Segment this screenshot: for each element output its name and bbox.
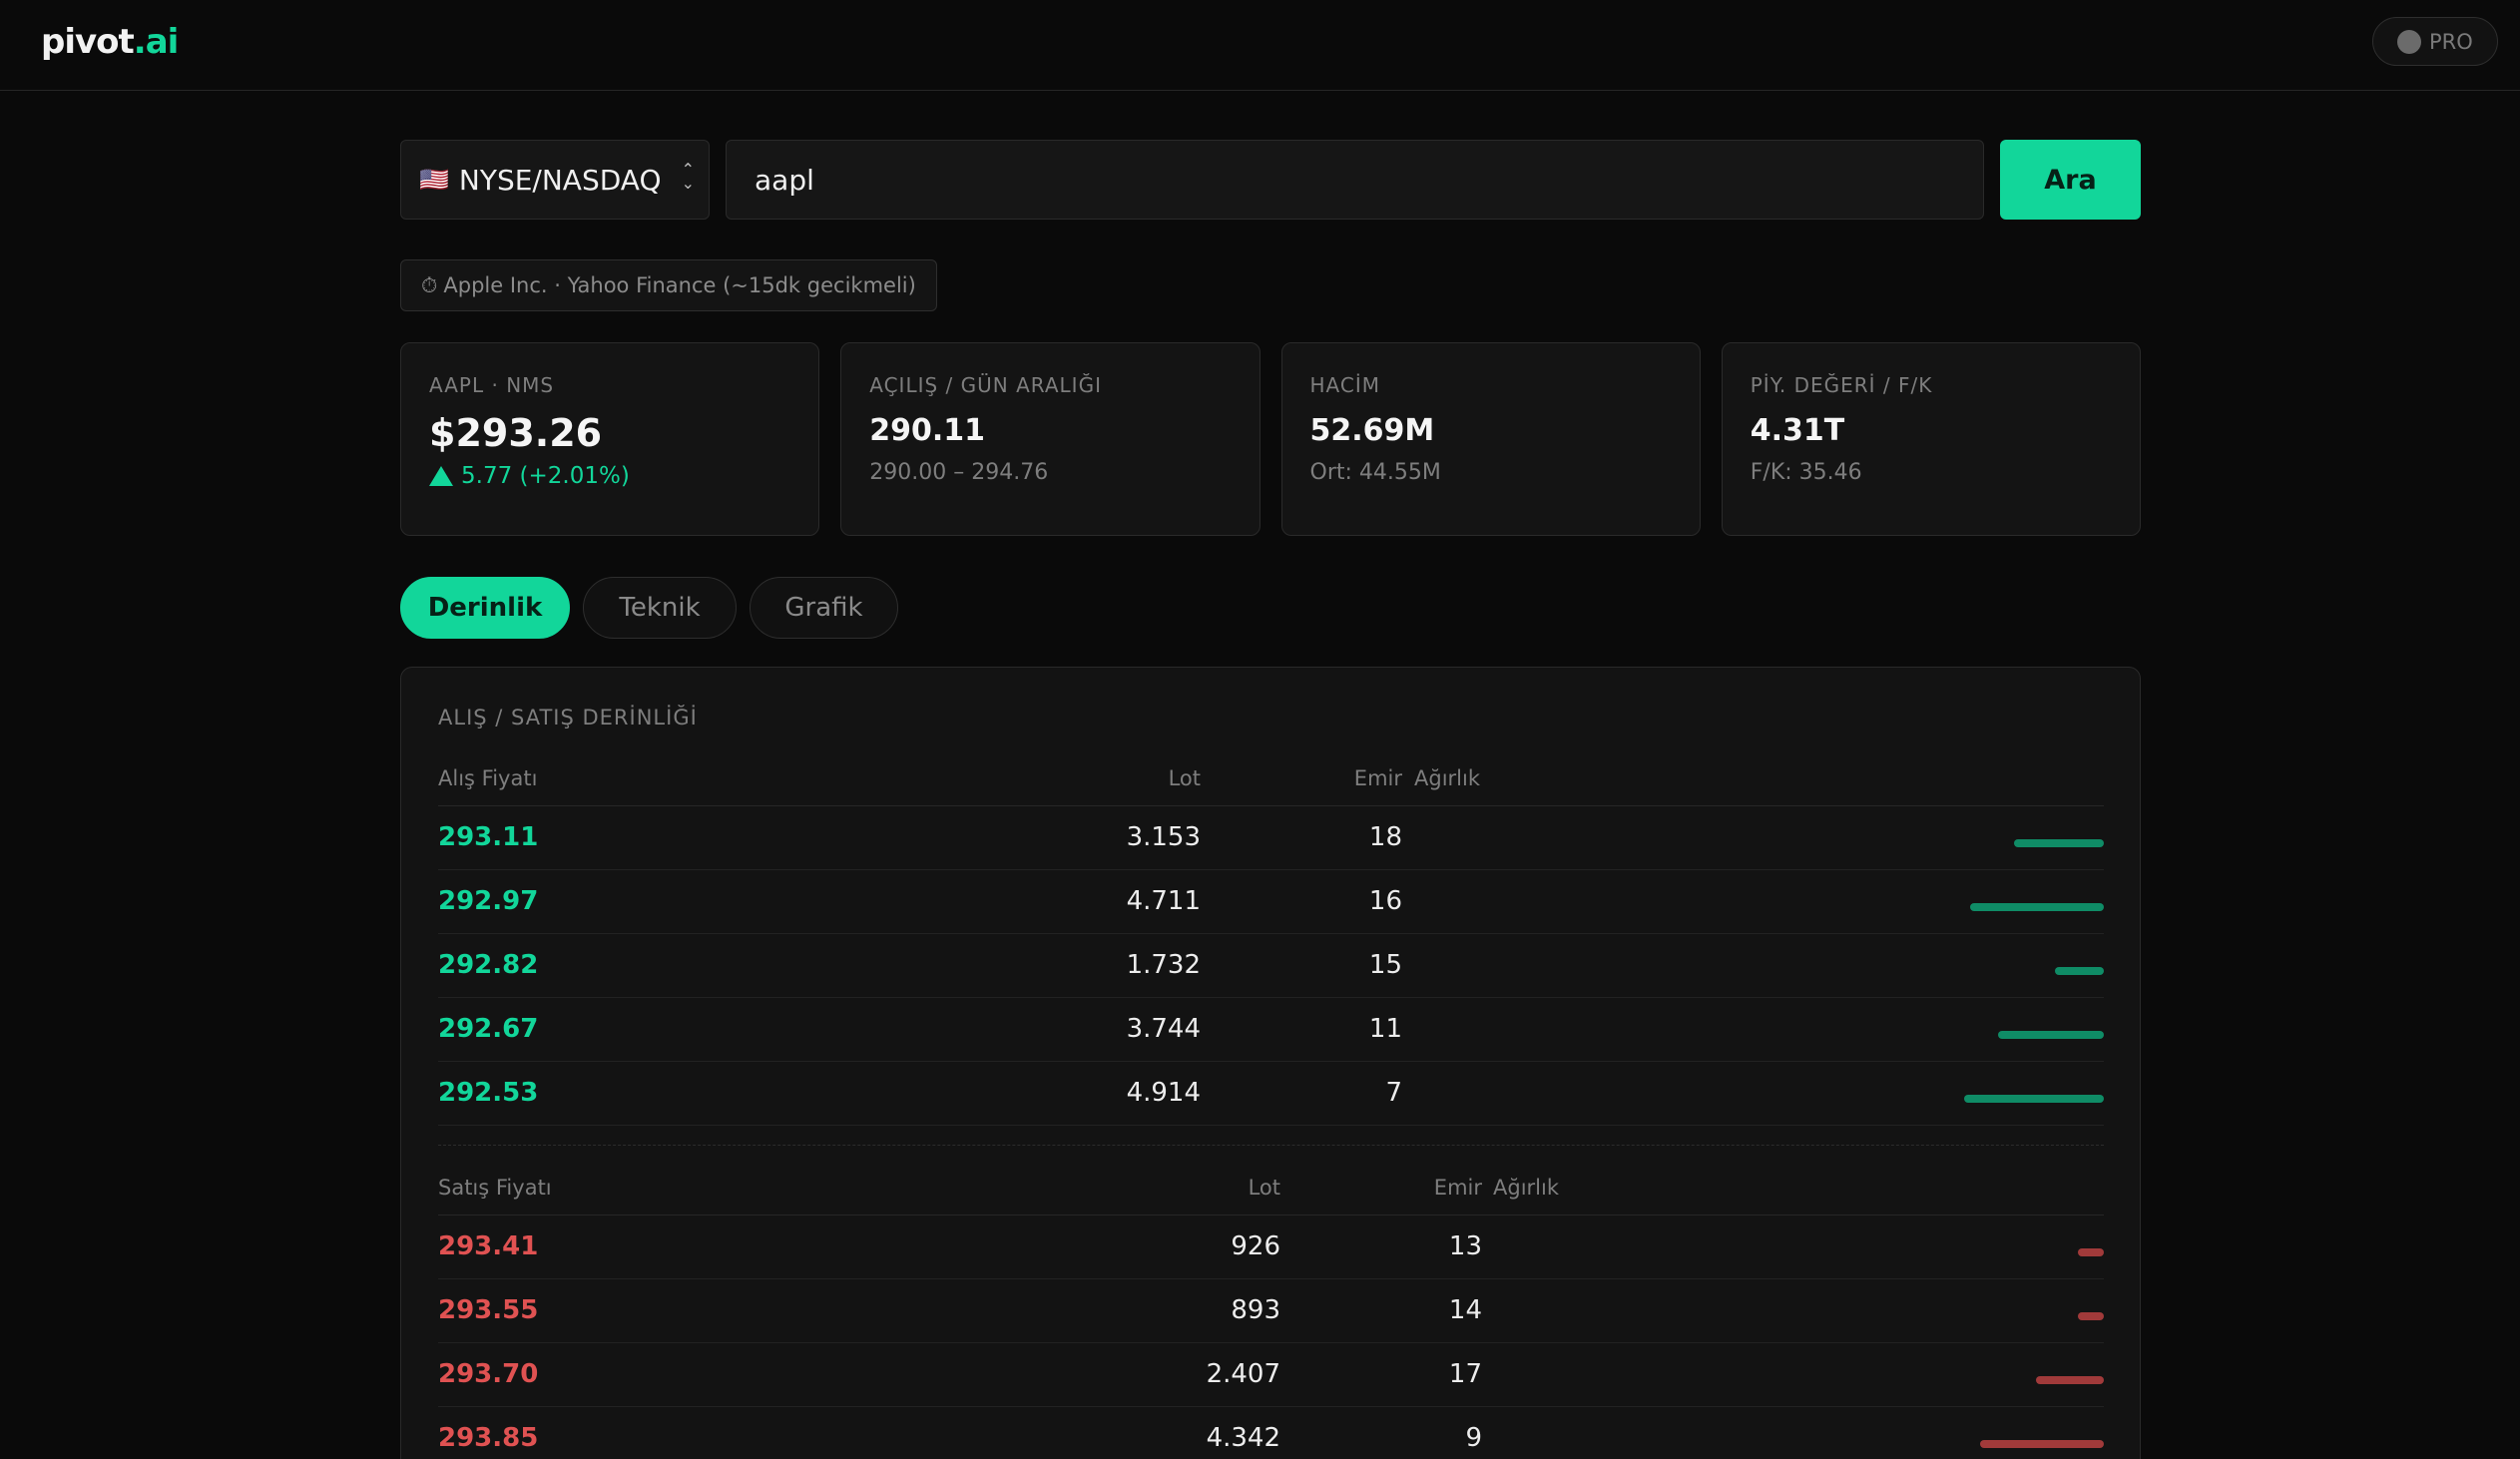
- depth-divider: [438, 1145, 2104, 1146]
- ask-table-header: Satış Fiyatı Lot Emir Ağırlık: [438, 1176, 2104, 1216]
- pro-toggle[interactable]: PRO: [2372, 17, 2498, 66]
- ask-weight-bar: [2078, 1248, 2104, 1256]
- bid-orders-header: Emir: [1353, 766, 1402, 790]
- stat-value: 4.31T: [1750, 413, 1845, 448]
- tab-grafik[interactable]: Grafik: [750, 577, 898, 639]
- bid-lot-header: Lot: [1168, 766, 1201, 790]
- bid-row[interactable]: 292.67 3.744 11: [438, 998, 2104, 1062]
- logo-accent: .ai: [133, 22, 180, 62]
- logo-main: pivot: [41, 22, 135, 62]
- source-note: ⏱ Apple Inc. · Yahoo Finance (~15dk geci…: [400, 259, 937, 311]
- ask-orders: 13: [1448, 1231, 1482, 1261]
- stat-sub: F/K: 35.46: [1750, 460, 1862, 485]
- ask-orders: 14: [1448, 1295, 1482, 1325]
- stat-label: PİY. DEĞERİ / F/K: [1750, 373, 1933, 397]
- bid-price: 292.67: [438, 1014, 539, 1044]
- exchange-label: NYSE/NASDAQ: [458, 163, 662, 197]
- stat-card-market-cap: PİY. DEĞERİ / F/K 4.31T F/K: 35.46: [1721, 342, 2141, 536]
- bid-weight-bar: [1964, 1095, 2104, 1103]
- bid-lot: 1.732: [1126, 950, 1201, 980]
- exchange-select[interactable]: 🇺🇸 NYSE/NASDAQ ⌃ ⌄: [400, 140, 710, 220]
- bid-row[interactable]: 292.53 4.914 7: [438, 1062, 2104, 1126]
- ask-price: 293.41: [438, 1231, 539, 1261]
- ask-orders: 9: [1465, 1423, 1482, 1453]
- top-bar: pivot.ai PRO: [0, 0, 2520, 91]
- depth-title: ALIŞ / SATIŞ DERİNLİĞİ: [438, 706, 698, 730]
- source-note-text: Apple Inc. · Yahoo Finance (~15dk gecikm…: [443, 273, 916, 297]
- ask-price: 293.85: [438, 1423, 539, 1453]
- stat-sub: Ort: 44.55M: [1309, 460, 1441, 485]
- bid-row[interactable]: 292.82 1.732 15: [438, 934, 2104, 998]
- ask-orders-header: Emir: [1433, 1176, 1482, 1200]
- price-change: 5.77 (+2.01%): [429, 463, 790, 489]
- ask-price: 293.70: [438, 1359, 539, 1389]
- ask-row[interactable]: 293.70 2.407 17: [438, 1343, 2104, 1407]
- ask-row[interactable]: 293.41 926 13: [438, 1216, 2104, 1279]
- bid-orders: 7: [1385, 1078, 1402, 1108]
- ask-lot: 893: [1231, 1295, 1280, 1325]
- bid-orders: 16: [1368, 886, 1402, 916]
- bid-weight-bar: [2055, 967, 2104, 975]
- ask-weight-bar: [2036, 1376, 2104, 1384]
- bid-weight-bar: [1998, 1031, 2104, 1039]
- depth-panel: ALIŞ / SATIŞ DERİNLİĞİ Alış Fiyatı Lot E…: [400, 667, 2141, 1459]
- ask-price-header: Satış Fiyatı: [438, 1176, 552, 1200]
- tab-teknik[interactable]: Teknik: [583, 577, 737, 639]
- ask-lot: 4.342: [1206, 1423, 1280, 1453]
- tab-derinlik[interactable]: Derinlik: [400, 577, 570, 639]
- ask-price: 293.55: [438, 1295, 539, 1325]
- stat-sub: 290.00 – 294.76: [869, 460, 1049, 485]
- up-triangle-icon: [429, 466, 453, 486]
- bid-price: 292.97: [438, 886, 539, 916]
- bid-price: 292.82: [438, 950, 539, 980]
- ask-weight-bar: [2078, 1312, 2104, 1320]
- bid-lot: 3.744: [1126, 1014, 1201, 1044]
- search-button[interactable]: Ara: [2000, 140, 2141, 220]
- bid-table-header: Alış Fiyatı Lot Emir Ağırlık: [438, 766, 2104, 806]
- bid-row[interactable]: 293.11 3.153 18: [438, 806, 2104, 870]
- ask-weight-header: Ağırlık: [1493, 1176, 1559, 1200]
- ask-weight-bar: [1980, 1440, 2104, 1448]
- ask-lot: 2.407: [1206, 1359, 1280, 1389]
- clock-icon: ⏱: [421, 272, 438, 297]
- pro-label: PRO: [2429, 29, 2473, 54]
- toggle-knob-icon: [2397, 29, 2421, 54]
- bid-row[interactable]: 292.97 4.711 16: [438, 870, 2104, 934]
- stat-value: $293.26: [429, 411, 603, 455]
- bid-lot: 4.711: [1126, 886, 1201, 916]
- logo[interactable]: pivot.ai: [41, 22, 180, 62]
- stat-value: 52.69M: [1309, 413, 1435, 448]
- ask-lot: 926: [1231, 1231, 1280, 1261]
- bid-lot: 3.153: [1126, 822, 1201, 852]
- us-flag-icon: 🇺🇸: [419, 166, 449, 194]
- stats-row: AAPL · NMS $293.26 5.77 (+2.01%) AÇILIŞ …: [400, 342, 2141, 536]
- stat-label: AAPL · NMS: [429, 373, 555, 397]
- ask-row[interactable]: 293.55 893 14: [438, 1279, 2104, 1343]
- bid-weight-bar: [2014, 839, 2104, 847]
- ask-lot-header: Lot: [1248, 1176, 1280, 1200]
- ask-row[interactable]: 293.85 4.342 9: [438, 1407, 2104, 1459]
- stat-card-open-range: AÇILIŞ / GÜN ARALIĞI 290.11 290.00 – 294…: [840, 342, 1260, 536]
- bid-weight-header: Ağırlık: [1414, 766, 1480, 790]
- bid-price-header: Alış Fiyatı: [438, 766, 538, 790]
- bid-weight-bar: [1970, 903, 2104, 911]
- stat-card-volume: HACİM 52.69M Ort: 44.55M: [1280, 342, 1701, 536]
- symbol-search-input[interactable]: [726, 140, 1984, 220]
- view-tabs: Derinlik Teknik Grafik: [400, 577, 898, 639]
- bid-orders: 15: [1368, 950, 1402, 980]
- bid-price: 292.53: [438, 1078, 539, 1108]
- bid-orders: 18: [1368, 822, 1402, 852]
- price-change-text: 5.77 (+2.01%): [461, 463, 630, 489]
- stat-label: AÇILIŞ / GÜN ARALIĞI: [869, 373, 1102, 397]
- bid-lot: 4.914: [1126, 1078, 1201, 1108]
- search-bar: 🇺🇸 NYSE/NASDAQ ⌃⌄ Ara: [400, 140, 2141, 220]
- ask-orders: 17: [1448, 1359, 1482, 1389]
- bid-orders: 11: [1368, 1014, 1402, 1044]
- bid-price: 293.11: [438, 822, 539, 852]
- chevron-up-down-icon: ⌃ ⌄: [681, 160, 695, 193]
- stat-card-price: AAPL · NMS $293.26 5.77 (+2.01%): [400, 342, 820, 536]
- stat-value: 290.11: [869, 413, 986, 448]
- stat-label: HACİM: [1309, 373, 1380, 397]
